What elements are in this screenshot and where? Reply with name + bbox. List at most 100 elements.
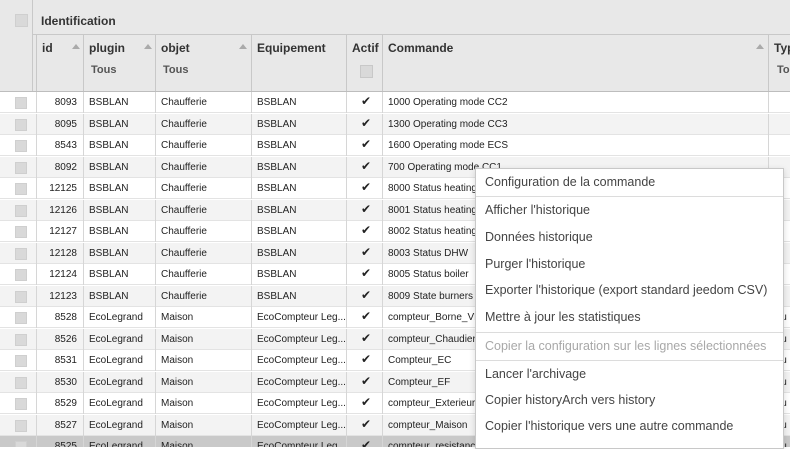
checkmark-icon: ✔ xyxy=(361,438,372,447)
cell-id: 12128 xyxy=(36,242,83,264)
column-header-type[interactable]: Typ To xyxy=(768,35,790,91)
column-header-actif[interactable]: Actif xyxy=(346,35,383,91)
cell-plugin: BSBLAN xyxy=(83,135,155,156)
cell-equipement: EcoCompteur Leg... xyxy=(251,350,346,371)
cell-commande: 1300 Operating mode CC3 xyxy=(382,113,768,135)
table-row[interactable]: 8543 BSBLAN Chaufferie BSBLAN 1600 Operating… xyxy=(0,135,790,156)
row-select-checkbox[interactable] xyxy=(15,247,27,260)
filter-actif-checkbox[interactable] xyxy=(360,65,373,78)
row-select-checkbox[interactable] xyxy=(15,161,27,174)
cell-objet: Chaufferie xyxy=(155,242,251,264)
context-menu: Configuration de la commande Afficher l'h… xyxy=(475,168,784,449)
cell-plugin: EcoLegrand xyxy=(83,307,155,328)
filter-plugin[interactable]: Tous xyxy=(91,64,116,76)
cell-objet: Chaufferie xyxy=(155,135,251,156)
column-header-objet[interactable]: objet Tous xyxy=(155,35,252,91)
context-menu-item[interactable]: Copier l'historique vers une autre comma… xyxy=(485,419,733,433)
context-menu-item[interactable]: Exporter l'historique (export standard j… xyxy=(485,283,767,297)
row-select-checkbox[interactable] xyxy=(15,376,27,389)
cell-equipement: BSBLAN xyxy=(251,199,346,221)
column-header-plugin[interactable]: plugin Tous xyxy=(83,35,156,91)
checkmark-icon: ✔ xyxy=(361,373,372,388)
row-select-checkbox[interactable] xyxy=(15,269,27,281)
row-select-checkbox[interactable] xyxy=(15,333,27,346)
cell-equipement: EcoCompteur Leg... xyxy=(251,307,346,328)
cell-plugin: EcoLegrand xyxy=(83,436,155,447)
context-menu-item[interactable]: Configuration de la commande xyxy=(485,175,655,189)
cell-id: 8525 xyxy=(36,436,83,447)
cell-id: 8529 xyxy=(36,393,83,414)
checkmark-icon: ✔ xyxy=(361,330,372,345)
cell-objet: Maison xyxy=(155,393,251,414)
filter-type[interactable]: To xyxy=(777,64,790,76)
context-menu-item[interactable]: Données historique xyxy=(485,230,593,244)
sort-arrow-icon[interactable] xyxy=(756,44,764,49)
cell-equipement: BSBLAN xyxy=(251,221,346,242)
cell-objet: Chaufferie xyxy=(155,178,251,199)
cell-objet: Chaufferie xyxy=(155,285,251,307)
menu-divider xyxy=(476,196,783,197)
cell-id: 12127 xyxy=(36,221,83,242)
checkmark-icon: ✔ xyxy=(361,287,372,302)
column-header-id[interactable]: id xyxy=(36,35,84,91)
context-menu-item[interactable]: Lancer l'archivage xyxy=(485,367,586,381)
select-all-cell xyxy=(0,0,33,91)
cell-equipement: BSBLAN xyxy=(251,178,346,199)
menu-divider xyxy=(476,360,783,361)
column-header-commande[interactable]: Commande xyxy=(382,35,769,91)
select-all-checkbox[interactable] xyxy=(15,14,28,27)
cell-objet: Chaufferie xyxy=(155,264,251,285)
cell-id: 12123 xyxy=(36,285,83,307)
sort-arrow-icon[interactable] xyxy=(239,44,247,49)
checkmark-icon: ✔ xyxy=(361,94,372,108)
row-select-checkbox[interactable] xyxy=(15,204,27,217)
cell-objet: Maison xyxy=(155,307,251,328)
row-select-checkbox[interactable] xyxy=(15,140,27,152)
cell-commande: 1000 Operating mode CC2 xyxy=(382,92,768,113)
row-select-checkbox[interactable] xyxy=(15,419,27,432)
cell-id: 12125 xyxy=(36,178,83,199)
cell-equipement: EcoCompteur Leg... xyxy=(251,393,346,414)
cell-objet: Chaufferie xyxy=(155,221,251,242)
context-menu-item: Copier la configuration sur les lignes s… xyxy=(485,339,767,353)
cell-type xyxy=(768,113,790,135)
column-header-equipement[interactable]: Equipement xyxy=(251,35,347,91)
cell-plugin: EcoLegrand xyxy=(83,414,155,436)
cell-id: 8530 xyxy=(36,371,83,393)
cell-equipement: EcoCompteur Leg... xyxy=(251,414,346,436)
cell-id: 8526 xyxy=(36,328,83,350)
cell-id: 12124 xyxy=(36,264,83,285)
cell-id: 8092 xyxy=(36,156,83,178)
cell-equipement: BSBLAN xyxy=(251,92,346,113)
cell-id: 8093 xyxy=(36,92,83,113)
cell-plugin: BSBLAN xyxy=(83,113,155,135)
row-select-checkbox[interactable] xyxy=(15,398,27,410)
row-select-checkbox[interactable] xyxy=(15,290,27,303)
checkmark-icon: ✔ xyxy=(361,223,372,237)
checkmark-icon: ✔ xyxy=(361,266,372,280)
context-menu-item[interactable]: Purger l'historique xyxy=(485,257,585,271)
context-menu-item[interactable]: Afficher l'historique xyxy=(485,203,590,217)
sort-arrow-icon[interactable] xyxy=(144,44,152,49)
checkmark-icon: ✔ xyxy=(361,309,372,323)
row-select-checkbox[interactable] xyxy=(15,97,27,109)
checkmark-icon: ✔ xyxy=(361,244,372,259)
cell-plugin: BSBLAN xyxy=(83,264,155,285)
row-select-checkbox[interactable] xyxy=(15,183,27,195)
cell-plugin: EcoLegrand xyxy=(83,393,155,414)
context-menu-item[interactable]: Copier historyArch vers history xyxy=(485,393,655,407)
checkmark-icon: ✔ xyxy=(361,180,372,194)
row-select-checkbox[interactable] xyxy=(15,355,27,367)
row-select-checkbox[interactable] xyxy=(15,441,27,447)
row-select-checkbox[interactable] xyxy=(15,312,27,324)
row-select-checkbox[interactable] xyxy=(15,226,27,238)
table-row[interactable]: 8095 BSBLAN Chaufferie BSBLAN 1300 Operating… xyxy=(0,113,790,135)
table-row[interactable]: 8093 BSBLAN Chaufferie BSBLAN 1000 Operating… xyxy=(0,92,790,113)
cell-objet: Chaufferie xyxy=(155,199,251,221)
checkmark-icon: ✔ xyxy=(361,352,372,366)
cell-plugin: EcoLegrand xyxy=(83,328,155,350)
row-select-checkbox[interactable] xyxy=(15,118,27,131)
sort-arrow-icon[interactable] xyxy=(72,44,80,49)
context-menu-item[interactable]: Mettre à jour les statistiques xyxy=(485,310,641,324)
filter-objet[interactable]: Tous xyxy=(163,64,188,76)
